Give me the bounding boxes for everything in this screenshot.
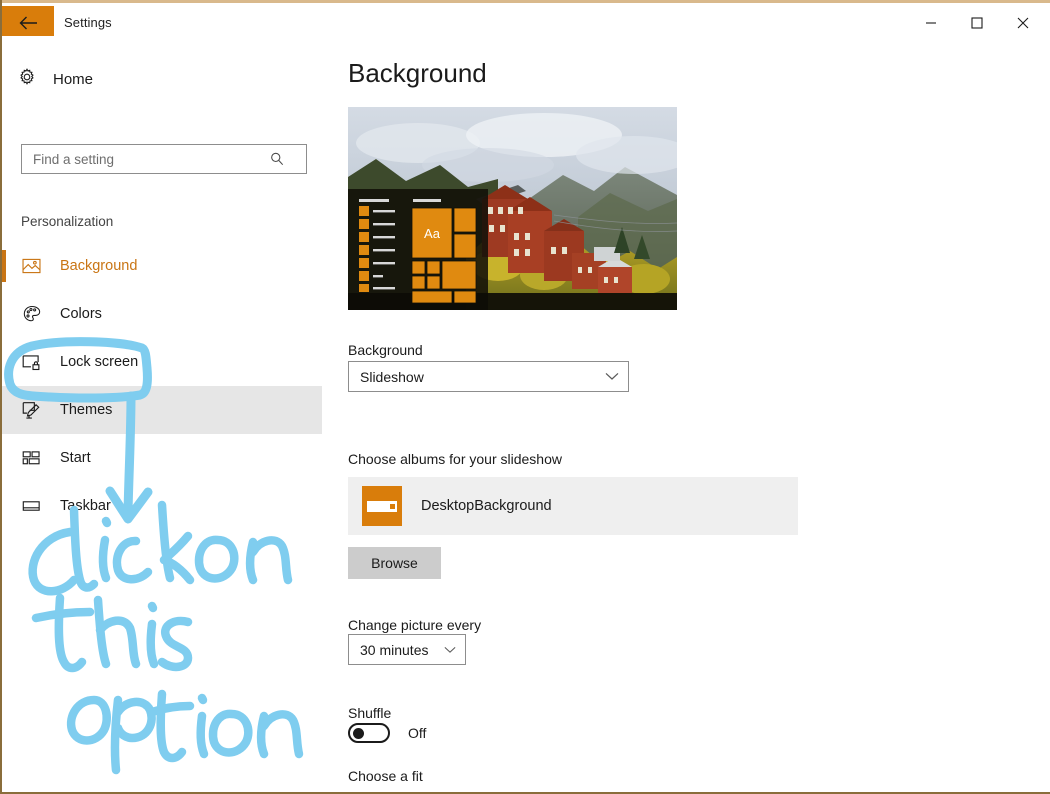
window-controls <box>908 6 1046 39</box>
back-button[interactable] <box>2 6 54 39</box>
selected-accent-bar <box>2 250 6 282</box>
preview-image: Aa <box>348 107 677 310</box>
search-box[interactable] <box>21 144 307 174</box>
sidebar-section-label: Personalization <box>21 214 114 229</box>
sidebar-item-taskbar[interactable]: Taskbar <box>2 482 322 530</box>
fit-field-label: Choose a fit <box>348 768 423 784</box>
window-title: Settings <box>64 15 112 30</box>
chevron-down-icon <box>444 646 456 654</box>
sidebar-item-themes[interactable]: Themes <box>2 386 322 434</box>
minimize-icon <box>926 21 936 24</box>
shuffle-toggle[interactable] <box>348 723 390 743</box>
title-bar: Settings <box>2 0 1050 39</box>
maximize-icon <box>971 16 983 29</box>
sidebar-item-home[interactable]: Home <box>2 62 322 96</box>
sidebar-item-taskbar-label: Taskbar <box>60 498 111 514</box>
background-type-value: Slideshow <box>360 368 424 385</box>
toggle-knob <box>353 728 364 739</box>
interval-dropdown[interactable]: 30 minutes <box>348 634 466 665</box>
page-title: Background <box>348 58 487 88</box>
album-dot <box>390 504 395 509</box>
chevron-down-icon <box>605 372 619 381</box>
sidebar-item-themes-label: Themes <box>60 402 113 418</box>
album-folder-icon <box>362 486 402 526</box>
sidebar: Home Personalization <box>2 36 332 792</box>
tiles-icon <box>21 450 42 466</box>
lock-screen-icon <box>21 354 42 371</box>
minimize-button[interactable] <box>908 6 954 39</box>
search-input[interactable] <box>22 146 267 172</box>
brush-icon <box>21 401 42 419</box>
browse-button[interactable]: Browse <box>348 547 441 579</box>
preview-tile-text: Aa <box>424 226 441 241</box>
interval-field-label: Change picture every <box>348 617 482 633</box>
album-list-item[interactable]: DesktopBackground <box>348 477 798 535</box>
sidebar-item-lock-screen-label: Lock screen <box>60 354 139 370</box>
albums-field-label: Choose albums for your slideshow <box>348 451 562 467</box>
shuffle-field-label: Shuffle <box>348 705 392 721</box>
sidebar-item-lock-screen[interactable]: Lock screen <box>2 338 322 386</box>
back-arrow-icon <box>19 16 37 29</box>
palette-icon <box>21 305 42 323</box>
image-icon <box>21 258 42 274</box>
maximize-button[interactable] <box>954 6 1000 39</box>
sidebar-nav-list: Background Colors Lock screen Themes Sta… <box>2 242 332 530</box>
sidebar-item-start-label: Start <box>60 450 91 466</box>
main-panel: Background Aa Background Slideshow Choos… <box>332 36 1050 792</box>
sidebar-item-start[interactable]: Start <box>2 434 322 482</box>
settings-window: Settings Home Find a setting Personaliza… <box>0 0 1050 794</box>
taskbar-icon <box>21 499 42 513</box>
sidebar-item-background[interactable]: Background <box>2 242 322 290</box>
close-icon <box>1017 17 1029 28</box>
search-icon <box>269 151 285 167</box>
gear-icon <box>18 67 36 91</box>
interval-value: 30 minutes <box>360 641 429 658</box>
sidebar-item-colors[interactable]: Colors <box>2 290 322 338</box>
album-name: DesktopBackground <box>421 498 552 514</box>
background-type-dropdown[interactable]: Slideshow <box>348 361 629 392</box>
background-field-label: Background <box>348 342 423 358</box>
sidebar-item-colors-label: Colors <box>60 306 102 322</box>
shuffle-state-label: Off <box>408 725 427 741</box>
background-preview: Aa <box>348 107 677 310</box>
close-button[interactable] <box>1000 6 1046 39</box>
sidebar-item-home-label: Home <box>53 70 94 88</box>
shuffle-toggle-row[interactable]: Off <box>348 723 426 743</box>
sidebar-item-background-label: Background <box>60 258 138 274</box>
